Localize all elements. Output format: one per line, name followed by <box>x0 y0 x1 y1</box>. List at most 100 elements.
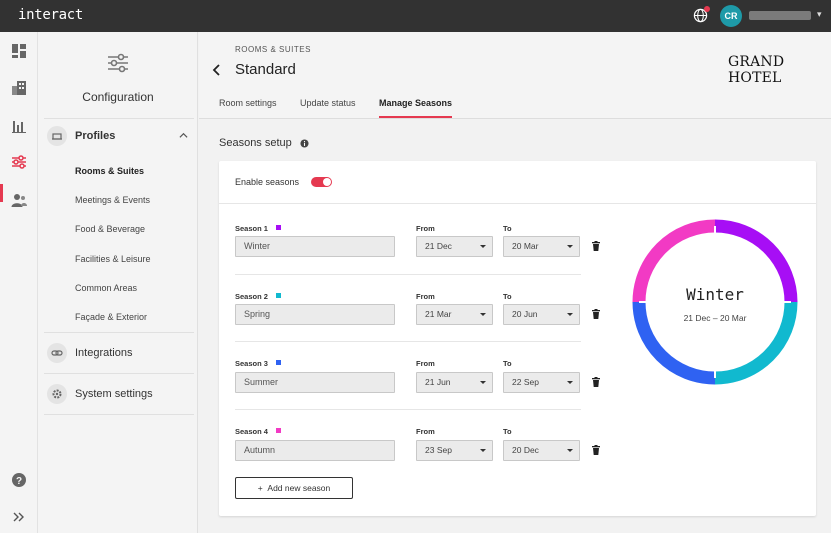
sidebar-title: Configuration <box>82 90 154 104</box>
sidebar-section-integrations[interactable]: Integrations <box>75 347 132 359</box>
from-date-value: 21 Dec <box>425 241 452 251</box>
brand-logo: GRAND HOTEL <box>728 54 785 86</box>
app-logo[interactable]: interact <box>18 7 83 23</box>
divider <box>219 203 816 204</box>
to-label: To <box>503 224 512 233</box>
building-icon[interactable] <box>11 80 27 96</box>
tab-manage-seasons[interactable]: Manage Seasons <box>379 98 452 108</box>
top-bar: interact CR ▾ <box>0 0 831 32</box>
chevron-down-icon <box>480 245 486 248</box>
trash-icon[interactable] <box>592 377 600 387</box>
season-color-swatch <box>276 428 281 433</box>
help-icon[interactable]: ? <box>11 472 27 488</box>
to-label: To <box>503 292 512 301</box>
to-date-value: 22 Sep <box>512 377 539 387</box>
sidebar-item-common-areas[interactable]: Common Areas <box>75 283 137 293</box>
divider <box>235 341 581 342</box>
chevron-down-icon <box>567 313 573 316</box>
notification-dot <box>704 6 710 12</box>
season-color-swatch <box>276 225 281 230</box>
to-date-select[interactable]: 20 Mar <box>503 236 580 257</box>
sidebar-item-rooms-suites[interactable]: Rooms & Suites <box>75 166 144 176</box>
to-date-select[interactable]: 20 Dec <box>503 440 580 461</box>
configuration-icon <box>108 53 128 73</box>
season-label: Season 4 <box>235 427 268 436</box>
from-date-value: 21 Mar <box>425 309 452 319</box>
to-date-select[interactable]: 22 Sep <box>503 372 580 393</box>
to-date-value: 20 Dec <box>512 445 539 455</box>
link-icon <box>47 343 67 363</box>
to-label: To <box>503 427 512 436</box>
user-name-redacted[interactable] <box>749 11 811 20</box>
season-name-input[interactable]: Summer <box>235 372 395 393</box>
tab-update-status[interactable]: Update status <box>300 98 356 108</box>
season-color-swatch <box>276 293 281 298</box>
trash-icon[interactable] <box>592 309 600 319</box>
add-new-season-label: Add new season <box>267 483 331 493</box>
from-label: From <box>416 292 435 301</box>
sidebar-item-facilities-leisure[interactable]: Facilities & Leisure <box>75 254 151 264</box>
tab-room-settings[interactable]: Room settings <box>219 98 277 108</box>
configuration-sidebar: Configuration Profiles Rooms & Suites Me… <box>38 32 198 533</box>
from-label: From <box>416 224 435 233</box>
chevron-down-icon <box>567 245 573 248</box>
chevron-down-icon <box>480 449 486 452</box>
icon-rail: ? <box>0 32 38 533</box>
divider <box>44 332 194 333</box>
chevron-down-icon <box>480 313 486 316</box>
dashboard-icon[interactable] <box>11 43 27 59</box>
donut-season-range: 21 Dec – 20 Mar <box>683 313 747 323</box>
from-date-select[interactable]: 21 Jun <box>416 372 493 393</box>
chevron-up-icon[interactable] <box>179 131 188 140</box>
from-date-select[interactable]: 21 Mar <box>416 304 493 325</box>
season-name-input[interactable]: Spring <box>235 304 395 325</box>
users-icon[interactable] <box>11 192 27 208</box>
sidebar-item-food-beverage[interactable]: Food & Beverage <box>75 224 145 234</box>
sidebar-item-meetings-events[interactable]: Meetings & Events <box>75 195 150 205</box>
from-date-select[interactable]: 23 Sep <box>416 440 493 461</box>
sidebar-section-profiles[interactable]: Profiles <box>75 130 115 142</box>
to-date-select[interactable]: 20 Jun <box>503 304 580 325</box>
chevron-down-icon <box>567 449 573 452</box>
from-date-value: 23 Sep <box>425 445 452 455</box>
from-label: From <box>416 427 435 436</box>
to-label: To <box>503 359 512 368</box>
expand-icon[interactable] <box>11 509 27 525</box>
donut-season-name: Winter <box>686 285 744 304</box>
chevron-down-icon <box>567 381 573 384</box>
info-icon[interactable] <box>300 139 309 148</box>
sliders-icon[interactable] <box>11 154 27 170</box>
rail-active-indicator <box>0 184 3 202</box>
seasons-card: Enable seasons Season 1 Winter From 21 D… <box>219 161 816 516</box>
from-date-select[interactable]: 21 Dec <box>416 236 493 257</box>
section-title: Seasons setup <box>219 137 292 149</box>
svg-text:?: ? <box>16 476 22 487</box>
plus-icon: + <box>257 483 268 493</box>
season-name-input[interactable]: Autumn <box>235 440 395 461</box>
divider <box>44 373 194 374</box>
season-color-swatch <box>276 360 281 365</box>
trash-icon[interactable] <box>592 445 600 455</box>
chevron-down-icon <box>480 381 486 384</box>
profiles-icon <box>47 126 67 146</box>
enable-seasons-toggle[interactable] <box>311 177 332 187</box>
trash-icon[interactable] <box>592 241 600 251</box>
season-name-input[interactable]: Winter <box>235 236 395 257</box>
user-menu-caret-icon[interactable]: ▾ <box>817 9 822 20</box>
sidebar-section-system-settings[interactable]: System settings <box>75 388 153 400</box>
toggle-knob <box>323 178 331 186</box>
breadcrumb[interactable]: ROOMS & SUITES <box>235 45 311 54</box>
sidebar-item-facade-exterior[interactable]: Façade & Exterior <box>75 312 147 322</box>
divider <box>235 274 581 275</box>
add-new-season-button[interactable]: + Add new season <box>235 477 353 499</box>
page-header: ROOMS & SUITES Standard GRAND HOTEL Room… <box>199 32 831 119</box>
back-arrow-icon[interactable] <box>211 63 223 77</box>
divider <box>235 409 581 410</box>
bar-chart-icon[interactable] <box>11 118 27 134</box>
gear-icon <box>47 384 67 404</box>
avatar[interactable]: CR <box>720 5 742 27</box>
season-label: Season 2 <box>235 292 268 301</box>
season-label: Season 3 <box>235 359 268 368</box>
season-label: Season 1 <box>235 224 268 233</box>
from-date-value: 21 Jun <box>425 377 451 387</box>
